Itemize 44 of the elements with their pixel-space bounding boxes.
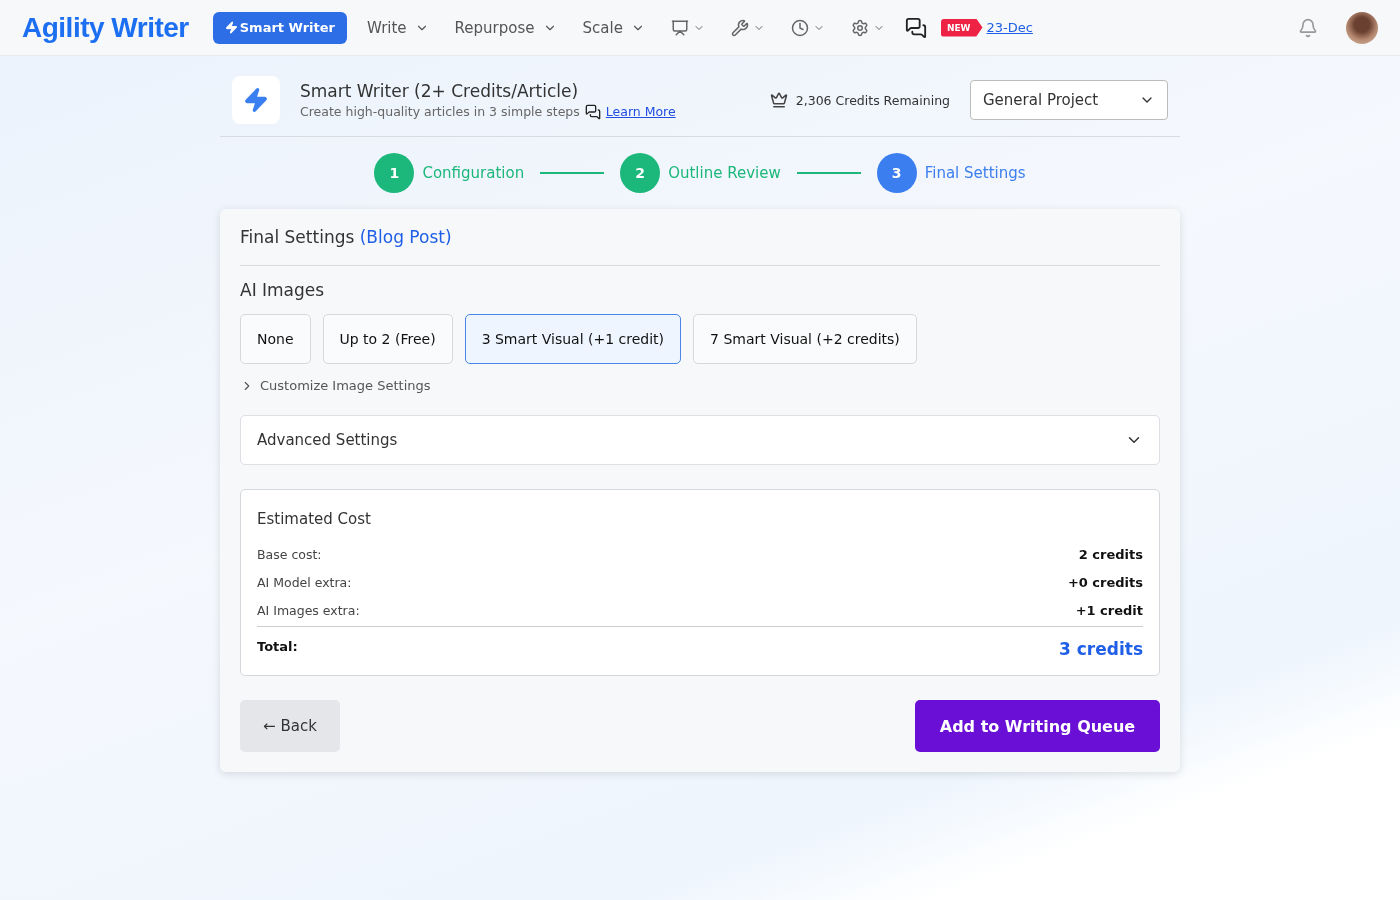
help-chat-icon[interactable] [904,16,927,39]
image-option[interactable]: None [240,314,311,364]
crown-icon [769,91,788,109]
cost-value: +1 credit [1075,602,1143,618]
new-badge: NEW [940,18,983,37]
page-subtitle: Create high-quality articles in 3 simple steps [300,104,580,119]
image-option[interactable]: 3 Smart Visual (+1 credit) [464,314,682,364]
news-link[interactable]: 23-Dec [986,20,1033,35]
page-title: Smart Writer (2+ Credits/Article) [300,80,580,101]
nav-menu[interactable]: Write [361,18,435,37]
avatar[interactable] [1346,11,1378,44]
step-label: Outline Review [668,164,781,182]
nav-menu[interactable]: Scale [576,18,651,37]
smart-writer-button[interactable]: Smart Writer [212,11,347,44]
step-label: Configuration [422,164,525,182]
step-number: 2 [620,153,661,193]
lightning-icon [243,87,269,113]
add-to-queue-button[interactable]: Add to Writing Queue [915,700,1160,752]
step-number: 3 [876,153,917,193]
help-icon[interactable] [584,103,601,120]
notification-bell-icon[interactable] [1298,17,1318,38]
total-label: Total: [257,639,298,654]
step-label: Final Settings [924,164,1026,182]
step-number: 1 [374,153,415,193]
cost-title: Estimated Cost [257,510,372,528]
cost-label: Base cost: [257,546,322,562]
back-button[interactable]: ← Back [240,700,340,752]
project-select[interactable]: General Project [970,80,1168,120]
section-heading: AI Images [240,280,326,300]
cost-label: AI Images extra: [257,602,360,618]
nav-menu[interactable]: Repurpose [448,18,563,37]
lightning-icon [224,21,238,34]
cost-value: 2 credits [1078,546,1143,562]
customize-toggle[interactable]: Customize Image Settings [240,378,431,393]
cost-value: +0 credits [1067,574,1143,590]
image-option[interactable]: 7 Smart Visual (+2 credits) [693,314,917,364]
learn-more-link[interactable]: Learn More [605,104,676,119]
logo[interactable]: Agility Writer [22,11,189,44]
image-option[interactable]: Up to 2 (Free) [322,314,453,364]
total-value: 3 credits [1059,639,1143,659]
cost-label: AI Model extra: [257,574,352,590]
credits-remaining: 2,306 Credits Remaining [795,92,950,108]
card-title: Final Settings (Blog Post) [240,227,1160,266]
advanced-settings-accordion[interactable]: Advanced Settings [240,415,1160,465]
